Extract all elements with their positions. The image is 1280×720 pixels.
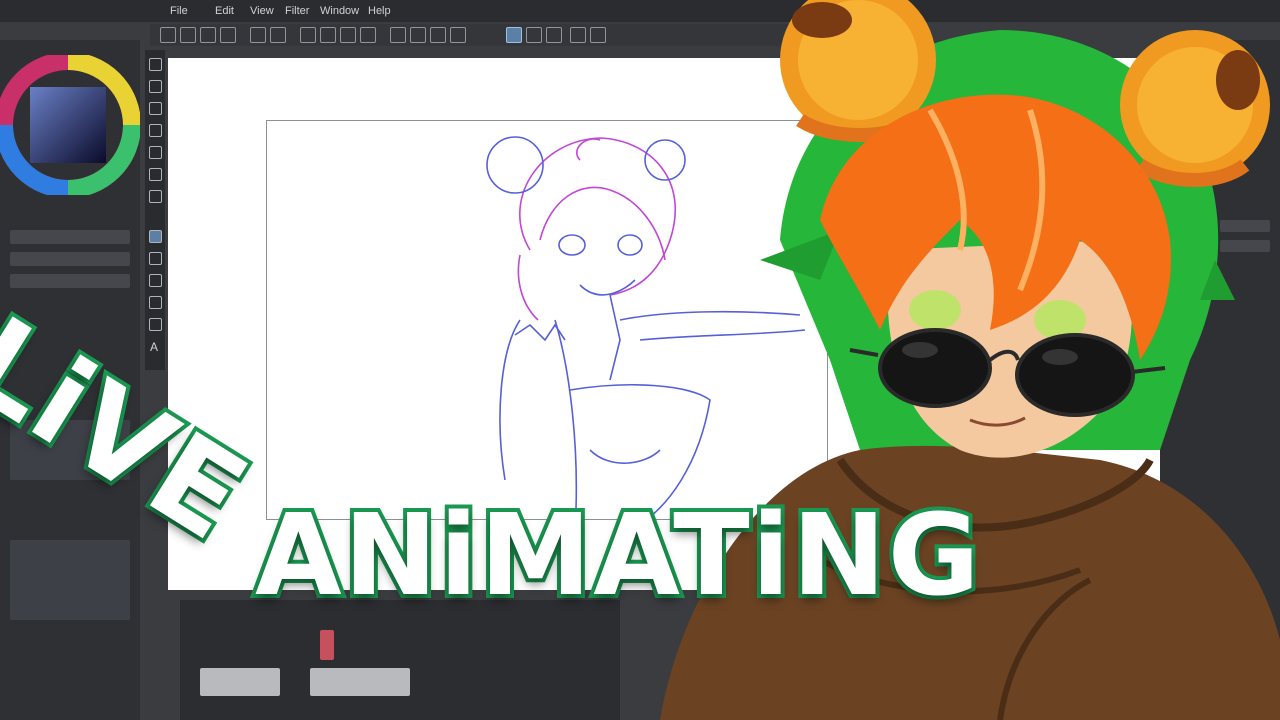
- print-icon[interactable]: [220, 27, 236, 43]
- menu-window[interactable]: Window: [320, 5, 359, 17]
- playhead-icon[interactable]: [320, 630, 334, 660]
- menu-edit[interactable]: Edit: [215, 5, 234, 17]
- fill-icon[interactable]: [340, 27, 356, 43]
- eraser-icon[interactable]: [149, 168, 162, 181]
- layer-row[interactable]: [1220, 220, 1270, 232]
- color-wheel-icon[interactable]: [0, 55, 140, 195]
- zoom-tool-icon[interactable]: [149, 58, 162, 71]
- pencil-icon[interactable]: [526, 27, 542, 43]
- gradient-icon[interactable]: [149, 274, 162, 287]
- save-file-icon[interactable]: [200, 27, 216, 43]
- stop-icon[interactable]: [450, 27, 466, 43]
- clear-icon[interactable]: [320, 27, 336, 43]
- title-animating: ANiMATiNG: [251, 491, 984, 621]
- fill-tool-icon[interactable]: [149, 190, 162, 203]
- select-tool-icon[interactable]: [149, 102, 162, 115]
- invert-icon[interactable]: [430, 27, 446, 43]
- tool-strip: A: [145, 50, 165, 370]
- slider-row[interactable]: [10, 230, 130, 244]
- slider-row[interactable]: [10, 252, 130, 266]
- layer-row[interactable]: [1220, 240, 1270, 252]
- open-file-icon[interactable]: [180, 27, 196, 43]
- new-file-icon[interactable]: [160, 27, 176, 43]
- shape-tool-icon[interactable]: [149, 318, 162, 331]
- eyedropper-icon[interactable]: [149, 124, 162, 137]
- right-panel: [1160, 40, 1280, 720]
- brush-stroke-preview: [10, 540, 130, 620]
- lasso-icon[interactable]: [149, 230, 162, 243]
- menu-bar: File Edit View Filter Window Help: [0, 0, 1280, 22]
- move-tool-icon[interactable]: [149, 296, 162, 309]
- transform-icon[interactable]: [300, 27, 316, 43]
- timeline-button[interactable]: [200, 668, 280, 696]
- crop-icon[interactable]: [360, 27, 376, 43]
- bucket-icon[interactable]: [149, 252, 162, 265]
- menu-view[interactable]: View: [250, 5, 274, 17]
- select-icon[interactable]: [390, 27, 406, 43]
- character-sketch: [486, 136, 806, 531]
- redo-icon[interactable]: [270, 27, 286, 43]
- menu-filter[interactable]: Filter: [285, 5, 309, 17]
- command-bar: [150, 24, 790, 46]
- hand-tool-icon[interactable]: [149, 80, 162, 93]
- menu-help[interactable]: Help: [368, 5, 391, 17]
- undo-icon[interactable]: [250, 27, 266, 43]
- text-tool-icon[interactable]: A: [150, 340, 158, 354]
- brush-icon[interactable]: [546, 27, 562, 43]
- ruler-icon[interactable]: [570, 27, 586, 43]
- pen-icon[interactable]: [149, 146, 162, 159]
- timeline-button[interactable]: [310, 668, 410, 696]
- snap-icon[interactable]: [590, 27, 606, 43]
- pen-tool-icon[interactable]: [506, 27, 522, 43]
- deselect-icon[interactable]: [410, 27, 426, 43]
- slider-row[interactable]: [10, 274, 130, 288]
- menu-file[interactable]: File: [170, 5, 188, 17]
